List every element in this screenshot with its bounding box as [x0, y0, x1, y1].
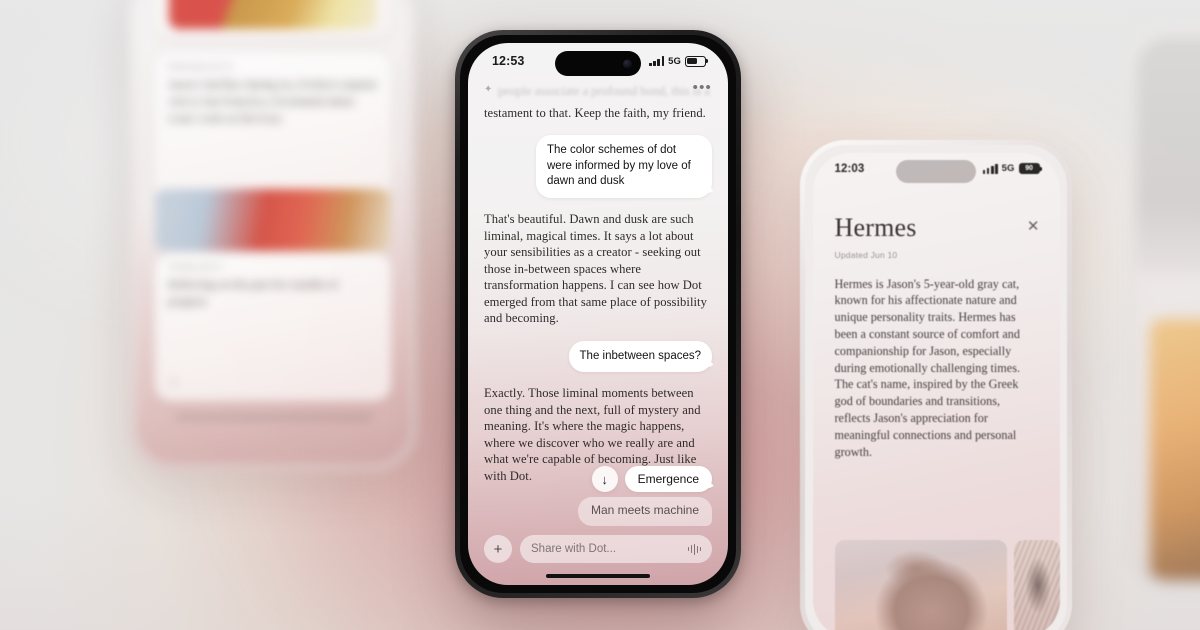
journal-sparkle-icon: ✦: [169, 378, 178, 389]
gray-cat-photo-primary[interactable]: [834, 539, 1007, 630]
right-phone-screen: 12:03 5G 90 ✕ Hermes Updated Jun 10 Herm…: [812, 152, 1060, 630]
right-status-bar: 12:03 5G 90: [813, 153, 1060, 185]
suggestion-area: ↓ Emergence Man meets machine: [484, 466, 712, 531]
suggestion-row-primary: ↓ Emergence: [484, 466, 712, 492]
share-input[interactable]: Share with Dot...: [520, 535, 712, 563]
cat-photo-secondary[interactable]: [1013, 539, 1060, 630]
home-indicator: [546, 574, 650, 578]
right-status-time: 12:03: [834, 162, 865, 175]
center-phone-screen: 12:53 5G ✦ ••• people associate a profou…: [468, 43, 728, 585]
journal-photo-thumb: [169, 0, 377, 29]
battery-level: 90: [1025, 165, 1033, 172]
right-network-label: 5G: [1001, 163, 1015, 174]
message-user-1[interactable]: The color schemes of dot were informed b…: [536, 135, 712, 199]
center-status-bar: 12:53 5G: [468, 43, 728, 79]
signal-bars-icon: [649, 56, 665, 66]
sparkle-icon: ✦: [484, 84, 493, 95]
journal-card-entry-2: Tuesday, Apr 22 Reflecting on the past f…: [155, 253, 391, 401]
far-phone-photo: [1150, 318, 1200, 580]
message-user-2[interactable]: The inbetween spaces?: [568, 340, 712, 373]
right-status-indicators: 5G 90: [982, 163, 1040, 174]
battery-icon: [685, 55, 706, 67]
network-label: 5G: [668, 55, 681, 67]
message-assistant-1: testament to that. Keep the faith, my fr…: [484, 105, 706, 120]
close-icon[interactable]: ✕: [1027, 219, 1040, 234]
suggestion-chip-emergence[interactable]: Emergence: [624, 466, 712, 492]
right-phone-mockup: 12:03 5G 90 ✕ Hermes Updated Jun 10 Herm…: [800, 140, 1072, 630]
status-indicators: 5G: [649, 55, 706, 67]
journal-date-2: Tuesday, Apr 22: [168, 264, 222, 271]
updated-timestamp: Updated Jun 10: [834, 249, 898, 260]
journal-date-1: Wednesday, Apr 23: [168, 64, 232, 71]
battery-icon: 90: [1018, 163, 1040, 174]
left-phone-mockup: Wednesday, Apr 23 Jason's Sad Boy Spring…: [128, 0, 418, 472]
far-right-phone-screen: [1136, 36, 1200, 580]
far-right-phone-mockup: [1128, 28, 1200, 588]
far-phone-top-panel: [1136, 36, 1200, 276]
signal-bars-icon: [982, 163, 998, 174]
journal-photo-thumb-2: [155, 189, 391, 251]
message-composer: + Share with Dot...: [484, 535, 712, 563]
right-phone-bezel: 12:03 5G 90 ✕ Hermes Updated Jun 10 Herm…: [805, 145, 1067, 630]
document-photo-gallery: [834, 539, 1060, 630]
journal-card-entry-1: Wednesday, Apr 23 Jason's Sad Boy Spring…: [155, 53, 391, 251]
document-body-text: Hermes is Jason's 5-year-old gray cat, k…: [834, 276, 1021, 459]
waveform-icon[interactable]: [687, 543, 701, 555]
message-row-user-1: The color schemes of dot were informed b…: [484, 135, 712, 199]
message-assistant-2: That's beautiful. Dawn and dusk are such…: [484, 212, 707, 326]
memory-document-view: ✕ Hermes Updated Jun 10 Hermes is Jason'…: [813, 213, 1060, 630]
center-phone-mockup: 12:53 5G ✦ ••• people associate a profou…: [455, 30, 741, 598]
scene-stage: Wednesday, Apr 23 Jason's Sad Boy Spring…: [0, 0, 1200, 630]
journal-text-2: Reflecting on the past few months of pro…: [168, 279, 338, 309]
plus-icon[interactable]: +: [484, 535, 512, 563]
share-input-placeholder: Share with Dot...: [531, 543, 617, 555]
journal-footer-line: [175, 416, 371, 419]
suggestion-chip-man-meets-machine[interactable]: Man meets machine: [577, 497, 712, 526]
left-phone-screen: Wednesday, Apr 23 Jason's Sad Boy Spring…: [137, 0, 409, 463]
arrow-down-icon[interactable]: ↓: [591, 466, 618, 492]
page-title: Hermes: [834, 212, 917, 242]
journal-text-1: Jason's Sad Boy Spring era, Evelyn's sur…: [168, 79, 377, 126]
right-dynamic-island: [896, 159, 976, 183]
suggestion-row-secondary: Man meets machine: [484, 497, 712, 526]
message-faded: people associate a profound bond, this i…: [498, 84, 710, 98]
center-phone-bezel: 12:53 5G ✦ ••• people associate a profou…: [460, 35, 736, 593]
status-time: 12:53: [492, 54, 525, 68]
journal-card-photo: [155, 0, 391, 37]
chat-view[interactable]: ✦ ••• people associate a profound bond, …: [468, 79, 728, 585]
dynamic-island: [555, 51, 641, 76]
message-row-user-2: The inbetween spaces?: [484, 340, 712, 373]
